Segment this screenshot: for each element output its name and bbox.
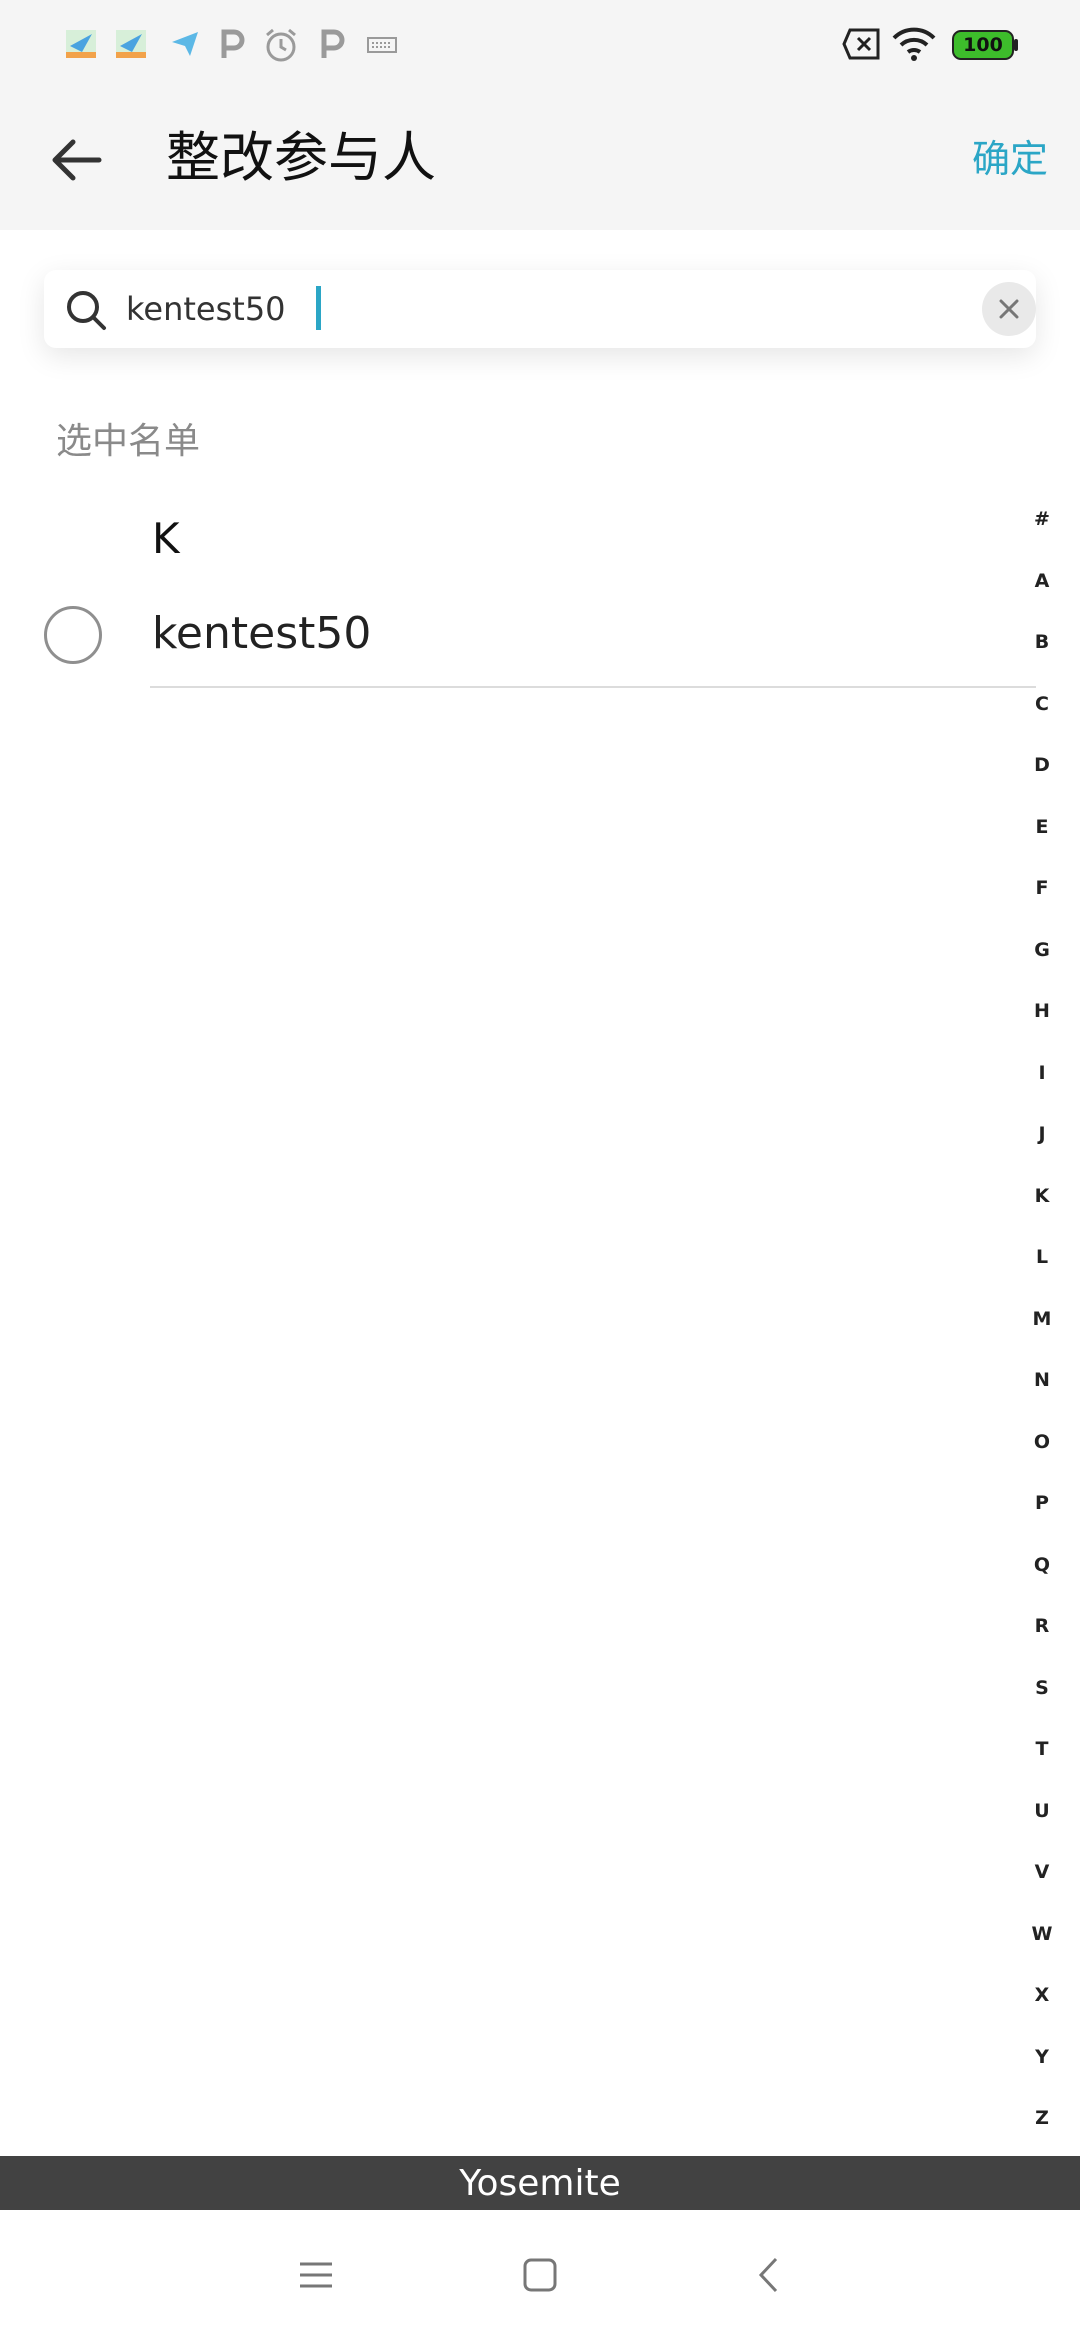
index-letter[interactable]: L: [1022, 1242, 1062, 1304]
close-icon: [999, 299, 1019, 319]
app-icon: [116, 30, 146, 58]
index-letter[interactable]: J: [1022, 1119, 1062, 1181]
index-letter[interactable]: U: [1022, 1796, 1062, 1858]
paper-plane-icon: [172, 32, 198, 56]
divider: [150, 686, 1036, 688]
index-letter[interactable]: C: [1022, 689, 1062, 751]
battery-level: 100: [963, 34, 1003, 56]
confirm-button[interactable]: 确定: [972, 124, 1048, 194]
alphabet-index[interactable]: # A B C D E F G H I J K L M N O P Q R S …: [1022, 504, 1062, 2165]
member-name: kentest50: [152, 608, 372, 659]
wifi-icon: [892, 27, 936, 61]
group-header: K: [152, 514, 180, 563]
menu-button[interactable]: [286, 2245, 346, 2305]
index-letter[interactable]: K: [1022, 1181, 1062, 1243]
index-letter[interactable]: E: [1022, 812, 1062, 874]
index-letter[interactable]: F: [1022, 873, 1062, 935]
index-letter[interactable]: D: [1022, 750, 1062, 812]
clear-search-button[interactable]: [982, 282, 1036, 336]
alarm-icon: [266, 28, 296, 62]
p-icon: [321, 29, 345, 58]
index-letter[interactable]: N: [1022, 1365, 1062, 1427]
selection-radio[interactable]: [44, 606, 102, 664]
app-header: 整改参与人 确定: [0, 90, 1080, 230]
arrow-left-icon: [52, 139, 102, 181]
index-letter[interactable]: R: [1022, 1611, 1062, 1673]
index-letter[interactable]: I: [1022, 1058, 1062, 1120]
system-nav-bar: [0, 2210, 1080, 2340]
index-letter[interactable]: O: [1022, 1427, 1062, 1489]
search-input[interactable]: [126, 280, 926, 338]
square-icon: [523, 2258, 557, 2292]
index-letter[interactable]: S: [1022, 1673, 1062, 1735]
home-button[interactable]: [510, 2245, 570, 2305]
index-letter[interactable]: G: [1022, 935, 1062, 997]
battery-icon: 100: [952, 30, 1018, 60]
selected-list-label: 选中名单: [56, 421, 201, 462]
index-letter[interactable]: H: [1022, 996, 1062, 1058]
device-name-banner: Yosemite: [0, 2156, 1080, 2210]
back-nav-button[interactable]: [738, 2245, 798, 2305]
index-letter[interactable]: M: [1022, 1304, 1062, 1366]
keyboard-icon: [367, 37, 397, 53]
chevron-left-icon: [758, 2257, 778, 2293]
page-title: 整改参与人: [166, 126, 436, 189]
list-item[interactable]: kentest50: [0, 590, 1030, 690]
p-icon: [221, 29, 245, 58]
index-letter[interactable]: A: [1022, 566, 1062, 628]
text-cursor: [316, 286, 321, 330]
index-letter[interactable]: V: [1022, 1857, 1062, 1919]
search-bar: [44, 270, 1036, 348]
search-icon: [67, 291, 106, 330]
index-letter[interactable]: P: [1022, 1488, 1062, 1550]
index-letter[interactable]: Y: [1022, 2042, 1062, 2104]
index-letter[interactable]: X: [1022, 1980, 1062, 2042]
index-letter[interactable]: Q: [1022, 1550, 1062, 1612]
index-letter[interactable]: W: [1022, 1919, 1062, 1981]
index-letter[interactable]: B: [1022, 627, 1062, 689]
menu-icon: [300, 2262, 332, 2288]
app-icon: [66, 30, 96, 58]
status-bar: 100: [0, 0, 1080, 90]
back-button[interactable]: [36, 120, 116, 200]
index-letter[interactable]: #: [1022, 504, 1062, 566]
index-letter[interactable]: T: [1022, 1734, 1062, 1796]
sim-off-icon: [842, 28, 880, 60]
